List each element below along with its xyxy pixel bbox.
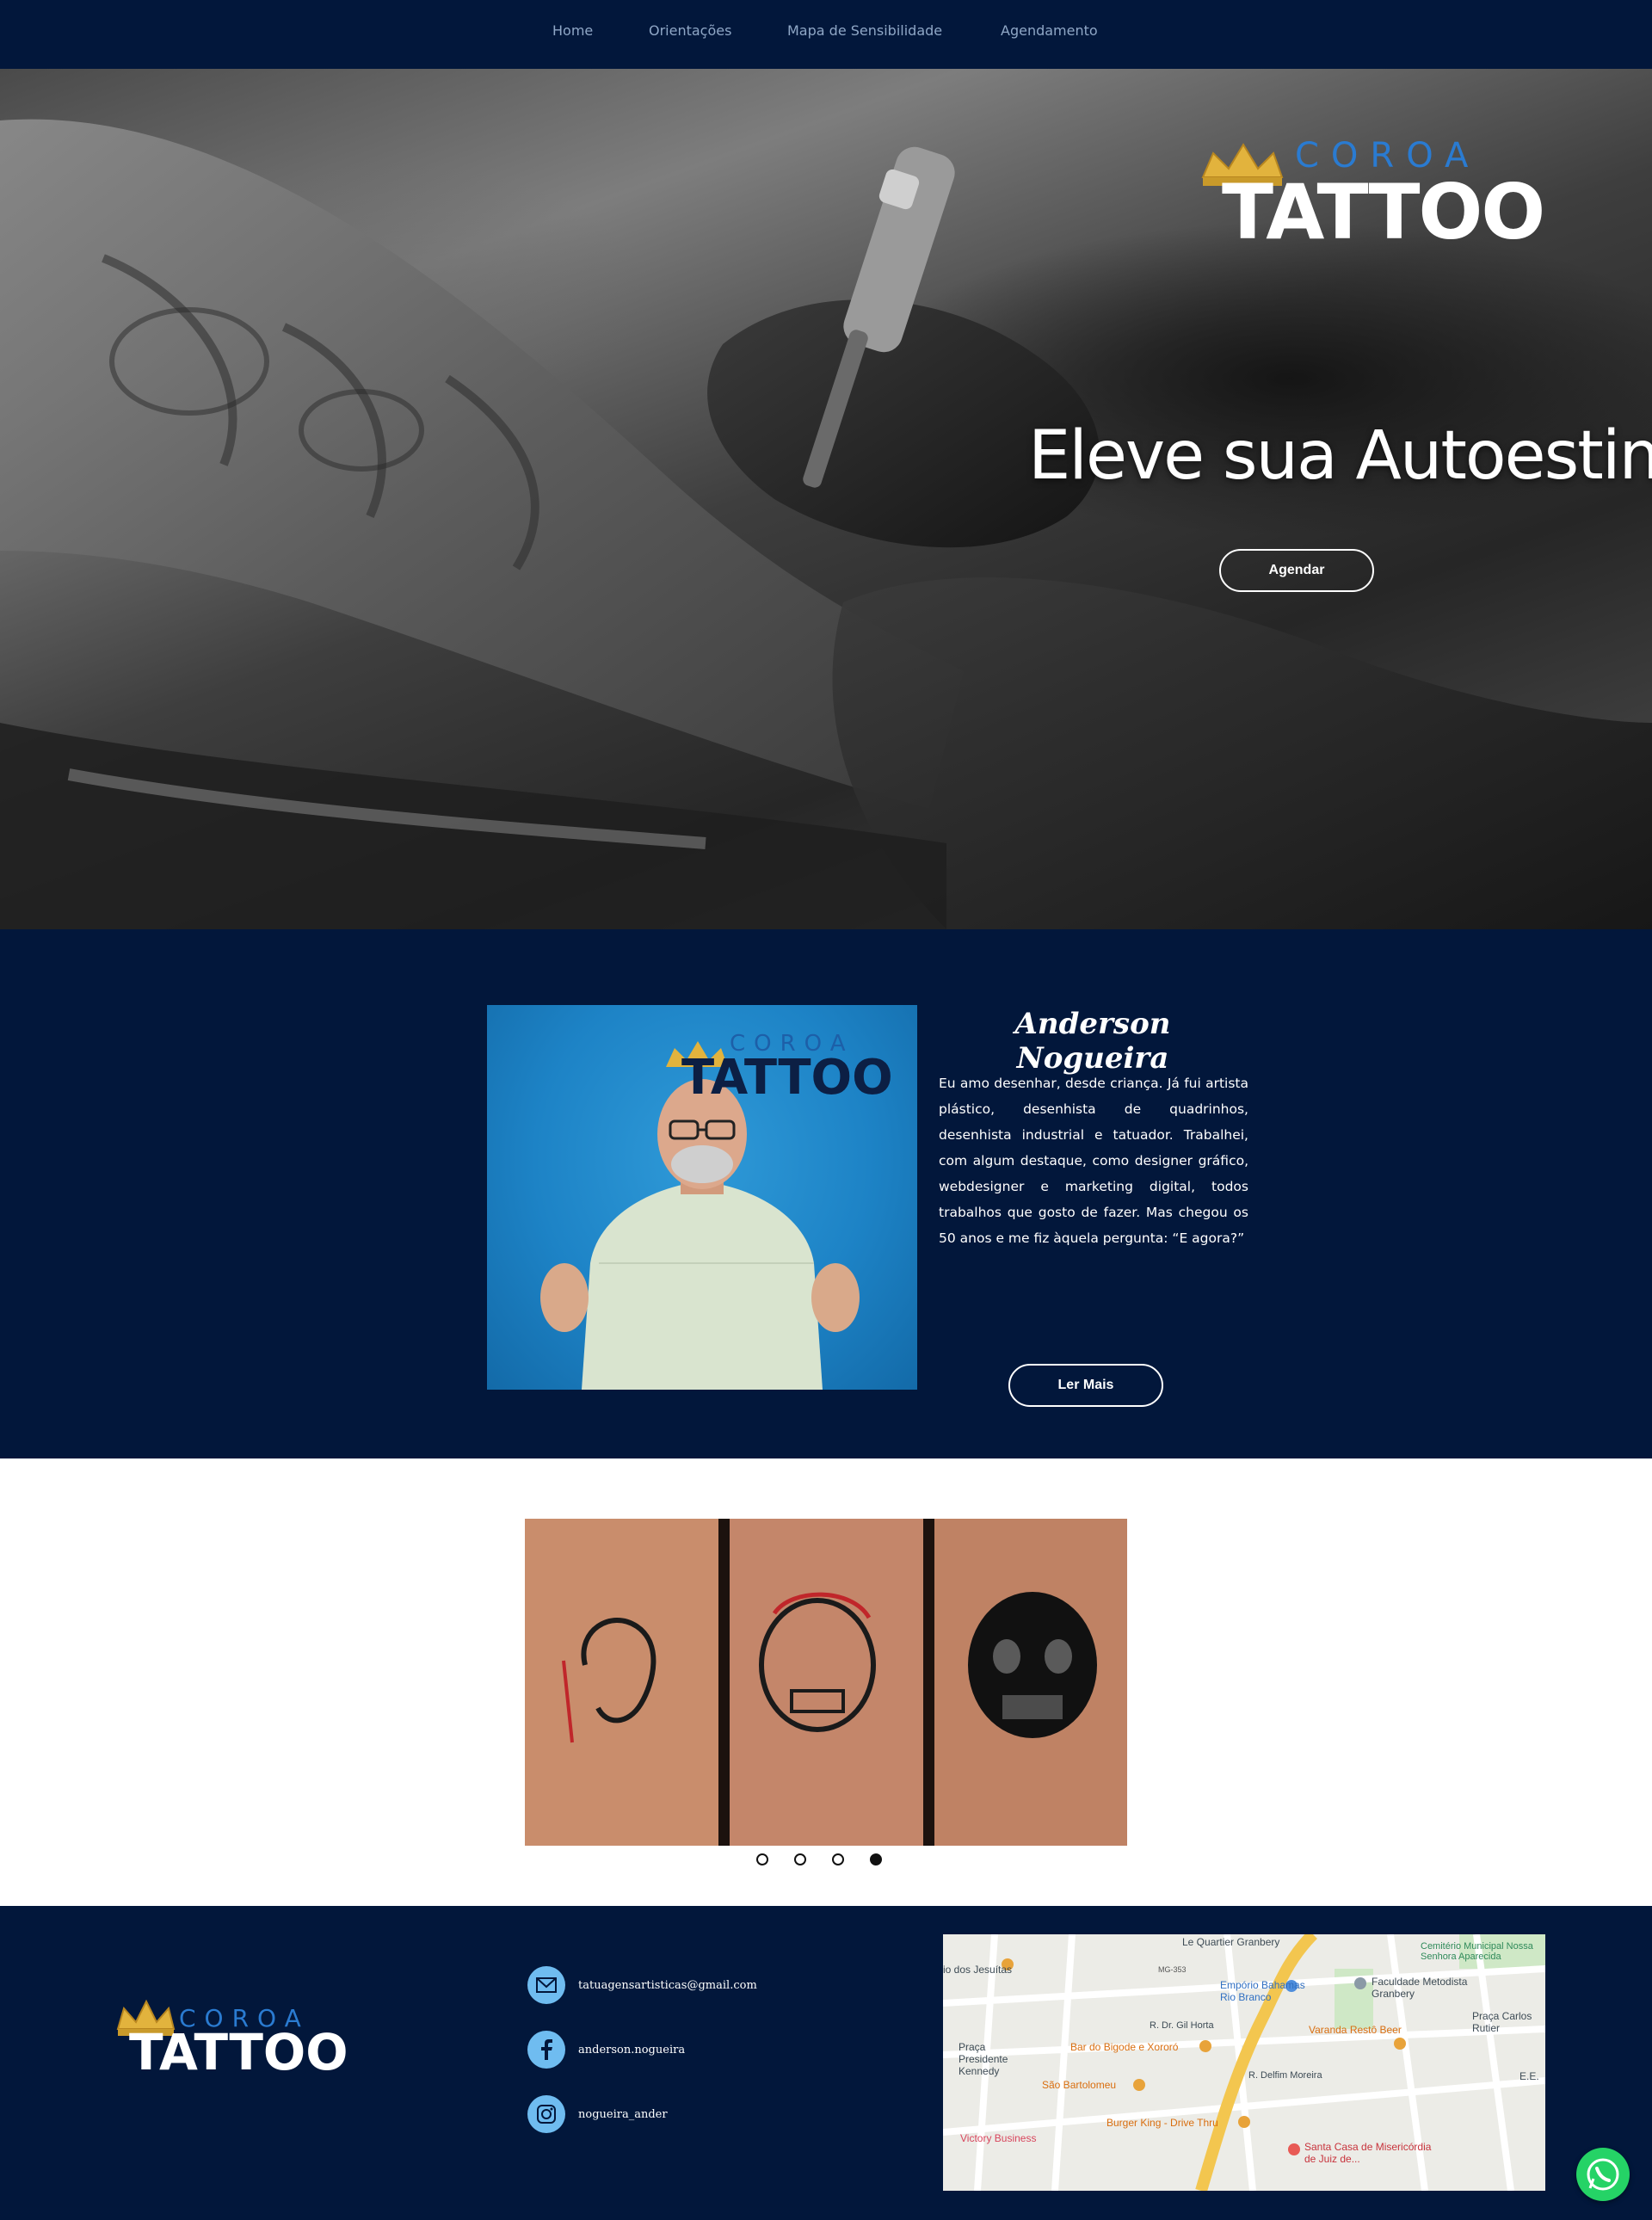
nav-agendamento[interactable]: Agendamento <box>1001 22 1098 39</box>
contact-instagram[interactable]: nogueira_ander <box>578 2108 668 2121</box>
contact-email[interactable]: tatuagensartisticas@gmail.com <box>578 1979 757 1992</box>
map-label-cemiterio: Cemitério Municipal Nossa Senhora Aparec… <box>1421 1941 1533 1962</box>
nav-orientacoes[interactable]: Orientações <box>649 22 731 39</box>
map-label-santa-casa: Santa Casa de Misericórdia de Juiz de... <box>1304 2141 1432 2165</box>
artist-name: Anderson Nogueira <box>1014 1007 1171 1076</box>
map-label-sao-bartolomeu: São Bartolomeu <box>1042 2079 1117 2091</box>
map-streets <box>943 1934 1545 2191</box>
gallery-dot-3[interactable] <box>832 1853 844 1865</box>
map-label-delfim: R. Delfim Moreira <box>1248 2070 1322 2081</box>
gallery-slide[interactable] <box>525 1519 1127 1846</box>
map-label-praca-carlos: Praça Carlos Rutier <box>1472 2010 1532 2034</box>
portrait-logo-tattoo: TATTOO <box>681 1050 893 1106</box>
mail-icon[interactable] <box>527 1966 565 2004</box>
tattoo-progress-photo <box>525 1519 1127 1846</box>
nav-home[interactable]: Home <box>552 22 593 39</box>
location-map[interactable]: Le Quartier Granbery Cemitério Municipal… <box>943 1934 1545 2191</box>
artist-bio: Eu amo desenhar, desde criança. Já fui a… <box>939 1076 1248 1246</box>
top-navigation: Home Orientações Mapa de Sensibilidade A… <box>0 0 1652 69</box>
hero-title: Eleve sua Autoestima <box>1028 417 1652 495</box>
map-label-ee: E.E. <box>1519 2070 1539 2082</box>
map-label-quartier: Le Quartier Granbery <box>1182 1936 1280 1948</box>
logo-tattoo-text: TATTOO <box>1222 168 1545 256</box>
map-label-burger: Burger King - Drive Thru <box>1106 2117 1218 2129</box>
facebook-icon[interactable] <box>527 2031 565 2069</box>
agendar-button[interactable]: Agendar <box>1219 549 1374 592</box>
footer-logo-tattoo: TATTOO <box>129 2023 348 2081</box>
map-label-faculdade: Faculdade Metodista Granbery <box>1372 1976 1468 2000</box>
hero-banner: COROA TATTOO Eleve sua Autoestima Agenda… <box>0 69 1652 929</box>
artist-portrait: COROA TATTOO <box>487 1005 917 1390</box>
map-label-mg353: MG-353 <box>1158 1965 1187 1974</box>
contact-facebook[interactable]: anderson.nogueira <box>578 2044 685 2057</box>
map-label-gil-horta: R. Dr. Gil Horta <box>1150 2020 1214 2031</box>
map-label-praca-presidente: Praça Presidente Kennedy <box>959 2041 1008 2077</box>
map-label-bar-bigode: Bar do Bigode e Xororó <box>1070 2041 1179 2053</box>
map-label-jesuitas: io dos Jesuítas <box>943 1964 1013 1976</box>
gallery-dot-4[interactable] <box>870 1853 882 1865</box>
map-label-emporio: Empório Bahamas Rio Branco <box>1220 1979 1305 2003</box>
nav-mapa-de-sensibilidade[interactable]: Mapa de Sensibilidade <box>787 22 942 39</box>
whatsapp-icon[interactable] <box>1576 2148 1630 2201</box>
gallery-dot-2[interactable] <box>794 1853 806 1865</box>
instagram-icon[interactable] <box>527 2095 565 2133</box>
gallery-dot-1[interactable] <box>756 1853 768 1865</box>
map-label-victory: Victory Business <box>960 2132 1037 2144</box>
ler-mais-button[interactable]: Ler Mais <box>1008 1364 1163 1407</box>
map-label-varanda: Varanda Restô Beer <box>1309 2024 1402 2036</box>
